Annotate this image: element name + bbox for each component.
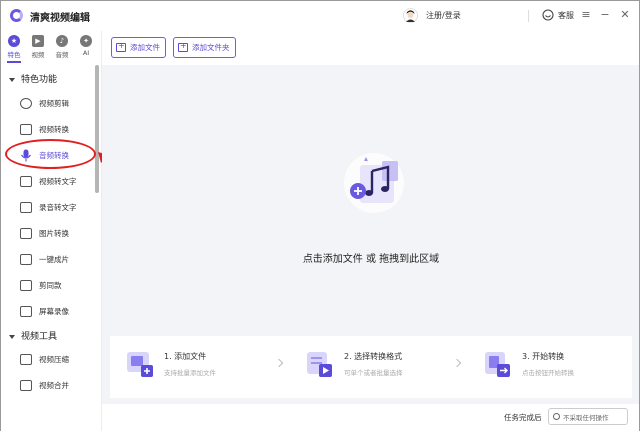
close-icon[interactable]: ✕ xyxy=(618,7,632,23)
caret-down-icon xyxy=(9,77,15,82)
category-tabs: ★ 特色 ▶ 视频 ♪ 音频 ✦ AI xyxy=(1,31,101,63)
step-title: 3. 开始转换 xyxy=(522,352,565,361)
add-folder-button[interactable]: 添加文件夹 xyxy=(173,37,236,58)
section-header-featured[interactable]: 特色功能 xyxy=(9,72,57,85)
tab-audio[interactable]: ♪ 音频 xyxy=(53,35,71,59)
after-task-value: 不采取任何操作 xyxy=(563,413,609,422)
sidebar-item-label: 视频转文字 xyxy=(39,176,77,186)
clock-icon xyxy=(553,413,560,420)
caret-down-icon xyxy=(9,334,15,339)
sidebar-item-video-edit[interactable]: 视频剪辑 xyxy=(20,93,95,113)
sidebar-item-label: 剪同款 xyxy=(39,280,62,290)
step-title: 2. 选择转换格式 xyxy=(344,352,403,361)
highlight-ellipse xyxy=(5,139,96,169)
tab-video[interactable]: ▶ 视频 xyxy=(29,35,47,59)
sidebar-item-label: 视频合并 xyxy=(39,380,69,390)
step-description: 支持批量添加文件 xyxy=(164,369,216,377)
sidebar-item-audio-to-text[interactable]: 录音转文字 xyxy=(20,197,95,217)
add-file-icon xyxy=(116,41,126,52)
step-title: 1. 添加文件 xyxy=(164,352,207,361)
minimize-icon[interactable]: − xyxy=(598,7,612,23)
steps-panel: 1. 添加文件 支持批量添加文件 2. 选择转换格式 可单个或者批量选择 3. … xyxy=(110,336,632,398)
sidebar-item-label: 视频转换 xyxy=(39,124,69,134)
video-to-text-icon xyxy=(20,175,32,187)
section-title: 特色功能 xyxy=(21,75,58,85)
music-file-illustration-icon xyxy=(344,153,404,213)
video-compress-icon xyxy=(20,353,32,365)
customer-service-link[interactable]: 客服 xyxy=(558,10,574,21)
sidebar-item-video-compress[interactable]: 视频压缩 xyxy=(20,349,95,369)
sidebar: ★ 特色 ▶ 视频 ♪ 音频 ✦ AI 特色功能 视频剪辑 视频转换 音频转换 … xyxy=(1,31,102,431)
title-divider xyxy=(528,10,529,22)
sidebar-item-image-convert[interactable]: 图片转换 xyxy=(20,223,95,243)
sidebar-item-label: 视频剪辑 xyxy=(39,98,69,108)
sidebar-item-label: 图片转换 xyxy=(39,228,69,238)
step-description: 点击按钮开始转换 xyxy=(522,369,574,377)
tab-label: 视频 xyxy=(31,51,45,59)
tab-ai[interactable]: ✦ AI xyxy=(77,35,95,57)
step-description: 可单个或者批量选择 xyxy=(344,369,403,377)
main-panel: 添加文件 添加文件夹 点击添加文件 或 拖拽到此区域 xyxy=(102,31,639,431)
drop-zone-hint: 点击添加文件 或 拖拽到此区域 xyxy=(302,254,440,265)
title-bar: 清爽视频编辑 注册/登录 客服 ≡ − ✕ xyxy=(1,1,639,31)
sidebar-item-video-convert[interactable]: 视频转换 xyxy=(20,119,95,139)
app-logo-icon xyxy=(10,9,23,22)
tab-label: 音频 xyxy=(55,51,69,59)
image-convert-icon xyxy=(20,227,32,239)
login-link[interactable]: 注册/登录 xyxy=(426,10,461,21)
audio-icon: ♪ xyxy=(56,35,68,47)
sidebar-item-label: 录音转文字 xyxy=(39,202,77,212)
chevron-right-icon xyxy=(274,358,284,368)
add-file-button[interactable]: 添加文件 xyxy=(111,37,166,58)
template-icon xyxy=(20,279,32,291)
format-list-icon xyxy=(307,352,332,377)
video-convert-icon xyxy=(20,123,32,135)
menu-icon[interactable]: ≡ xyxy=(579,7,593,23)
star-icon: ★ xyxy=(8,35,20,47)
start-convert-icon xyxy=(485,352,510,377)
add-folder-icon xyxy=(178,41,188,52)
video-merge-icon xyxy=(20,379,32,391)
sidebar-item-label: 视频压缩 xyxy=(39,354,69,364)
tab-featured[interactable]: ★ 特色 xyxy=(5,35,23,63)
sidebar-item-one-click-film[interactable]: 一键成片 xyxy=(20,249,95,269)
sidebar-item-label: 屏幕录像 xyxy=(39,306,69,316)
video-icon: ▶ xyxy=(32,35,44,47)
tab-label: AI xyxy=(82,49,90,57)
add-folder-label: 添加文件夹 xyxy=(192,43,230,52)
sidebar-item-screen-record[interactable]: 屏幕录像 xyxy=(20,301,95,321)
drop-zone[interactable]: 点击添加文件 或 拖拽到此区域 xyxy=(110,73,632,331)
add-file-label: 添加文件 xyxy=(130,43,160,52)
section-title: 视频工具 xyxy=(21,332,58,342)
user-avatar-icon[interactable] xyxy=(403,8,418,23)
app-title: 清爽视频编辑 xyxy=(30,13,90,24)
after-task-label: 任务完成后 xyxy=(504,413,542,422)
app-window: 清爽视频编辑 注册/登录 客服 ≡ − ✕ ★ 特色 ▶ 视频 ♪ 音频 ✦ A… xyxy=(0,0,640,431)
sidebar-item-video-to-text[interactable]: 视频转文字 xyxy=(20,171,95,191)
one-click-film-icon xyxy=(20,253,32,265)
ai-icon: ✦ xyxy=(80,35,92,47)
chevron-right-icon xyxy=(452,358,462,368)
footer-bar: 任务完成后 不采取任何操作 xyxy=(102,404,639,431)
add-file-icon xyxy=(127,352,153,377)
section-header-video-tools[interactable]: 视频工具 xyxy=(9,329,57,342)
sidebar-item-template[interactable]: 剪同款 xyxy=(20,275,95,295)
sidebar-item-label: 一键成片 xyxy=(39,254,69,264)
headset-icon[interactable] xyxy=(542,9,554,21)
after-task-select[interactable]: 不采取任何操作 xyxy=(548,408,628,425)
video-edit-icon xyxy=(20,97,32,109)
toolbar: 添加文件 添加文件夹 xyxy=(102,31,639,65)
screen-record-icon xyxy=(20,305,32,317)
tab-label: 特色 xyxy=(7,51,21,59)
sidebar-item-video-merge[interactable]: 视频合并 xyxy=(20,375,95,395)
audio-to-text-icon xyxy=(20,201,32,213)
